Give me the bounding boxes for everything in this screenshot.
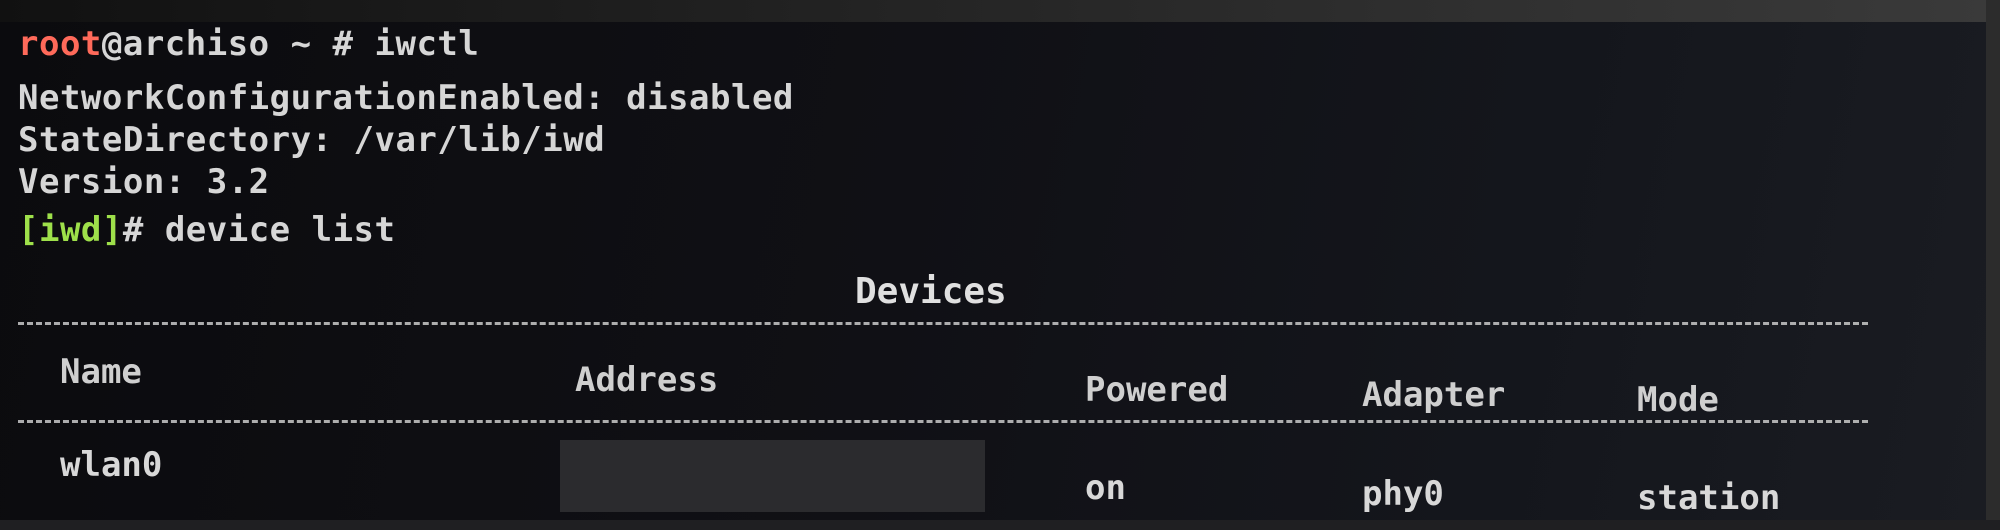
table-divider [18,322,1868,325]
column-header-name: Name [60,352,142,392]
command-text: iwctl [374,24,480,64]
device-name: wlan0 [60,445,163,485]
redacted-address [560,440,985,512]
device-adapter: phy0 [1362,474,1444,514]
output-line: NetworkConfigurationEnabled: disabled [18,78,794,118]
screen-bottom-bezel [0,520,2000,530]
command-text: device list [164,210,396,250]
shell-prompt-line: root@archiso ~ # iwctl [18,24,479,64]
output-line: StateDirectory: /var/lib/iwd [18,120,606,160]
prompt-host: @archiso ~ # [101,24,375,64]
iwd-prompt-suffix: # [122,210,165,250]
screen-top-bezel [0,0,2000,22]
terminal-screen[interactable]: root@archiso ~ # iwctl NetworkConfigurat… [0,0,2000,530]
iwd-prompt: [iwd] [18,210,123,250]
column-header-mode: Mode [1637,380,1719,420]
iwd-prompt-line: [iwd]# device list [18,210,395,250]
device-powered: on [1085,468,1126,508]
column-header-adapter: Adapter [1362,375,1506,415]
output-line: Version: 3.2 [18,162,270,202]
column-header-address: Address [575,360,719,400]
column-header-powered: Powered [1085,370,1229,410]
screen-right-bezel [1986,0,2000,530]
device-mode: station [1637,478,1781,518]
table-divider [18,420,1868,423]
prompt-user: root [18,24,102,64]
table-title: Devices [855,271,1007,312]
